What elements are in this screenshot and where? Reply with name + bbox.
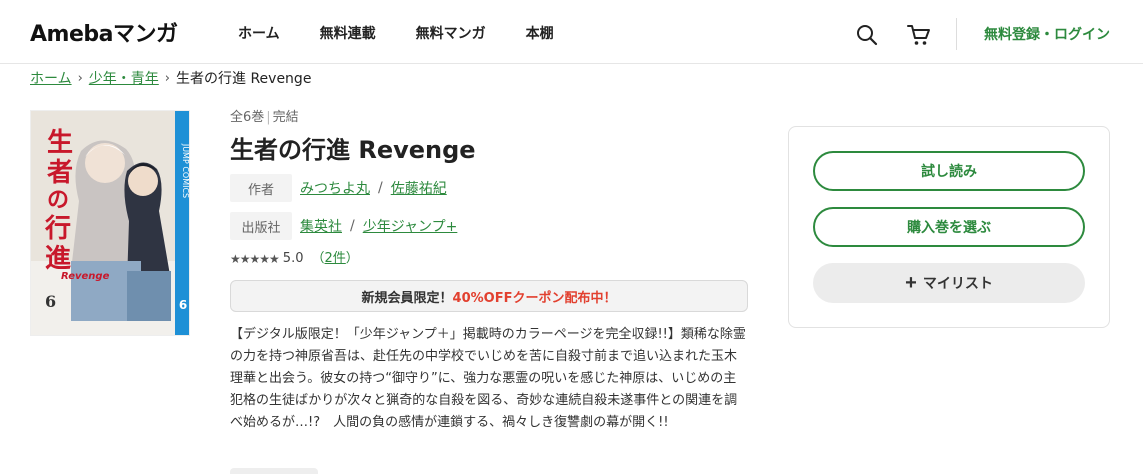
breadcrumb: ホーム › 少年・青年 › 生者の行進 Revenge [30, 70, 311, 88]
publisher-link[interactable]: 集英社 [300, 216, 342, 236]
author-label: 作者 [230, 174, 292, 202]
login-link[interactable]: 無料登録・ログイン [984, 25, 1110, 45]
add-mylist-button[interactable]: + マイリスト [813, 263, 1085, 303]
star-rating-icon: ★★★★★ [230, 252, 280, 266]
cover-art: JUMP COMICS 6 生 者 の 行 進 Revenge 6 [31, 111, 190, 335]
cover-side-volume: 6 [179, 298, 187, 312]
cover-subtitle: Revenge [61, 271, 110, 282]
action-panel: 試し読み 購入巻を選ぶ + マイリスト [788, 126, 1110, 328]
label-link[interactable]: 少年ジャンプ+ [363, 216, 458, 236]
book-title: 生者の行進 Revenge [230, 136, 476, 164]
breadcrumb-category[interactable]: 少年・青年 [89, 70, 159, 88]
rating-value: 5.0 [282, 251, 304, 266]
publisher-label: 出版社 [230, 212, 292, 240]
nav-free-serial[interactable]: 無料連載 [320, 24, 376, 44]
book-cover[interactable]: JUMP COMICS 6 生 者 の 行 進 Revenge 6 [30, 110, 190, 336]
cover-title-char: 進 [45, 244, 71, 274]
author-link[interactable]: 佐藤祐紀 [391, 178, 447, 198]
book-description: 【デジタル版限定！「少年ジャンプ＋」掲載時のカラーページを完全収録!!】類稀な除… [230, 327, 746, 430]
select-volume-button[interactable]: 購入巻を選ぶ [813, 207, 1085, 247]
main-nav: ホーム 無料連載 無料マンガ 本棚 [238, 24, 554, 44]
header-divider [956, 18, 957, 50]
nav-bookshelf[interactable]: 本棚 [526, 24, 554, 44]
publisher-row: 出版社 集英社 / 少年ジャンプ+ [230, 211, 748, 241]
coupon-prefix: 新規会員限定！ [361, 290, 453, 306]
chevron-right-icon: › [77, 71, 83, 86]
site-logo[interactable]: Amebaマンガ [30, 22, 178, 48]
cover-title-char: 者 [47, 158, 73, 188]
nav-home[interactable]: ホーム [238, 24, 280, 44]
completion-status: 完結 [272, 110, 299, 125]
book-info: 全6巻 | 完結 生者の行進 Revenge 作者 みつちよ丸 / 佐藤祐紀 出版社… [230, 110, 748, 434]
search-icon[interactable] [856, 24, 878, 46]
review-count-link[interactable]: 2件 [325, 251, 346, 266]
coupon-banner[interactable]: 新規会員限定！ 40%OFFクーポン配布中！ [230, 280, 748, 312]
cart-icon[interactable] [907, 24, 931, 46]
truncated-element [230, 468, 318, 474]
chevron-right-icon: › [164, 71, 170, 86]
plus-icon: + [905, 272, 917, 294]
breadcrumb-home[interactable]: ホーム [30, 70, 72, 88]
volume-count: 全6巻 [230, 110, 265, 125]
cover-title-char: 行 [44, 213, 71, 244]
cover-volume: 6 [45, 292, 56, 311]
breadcrumb-current: 生者の行進 Revenge [176, 71, 312, 87]
nav-free-manga[interactable]: 無料マンガ [416, 24, 486, 44]
site-header: Amebaマンガ ホーム 無料連載 無料マンガ 本棚 無料登録・ログイン [0, 0, 1143, 64]
author-link[interactable]: みつちよ丸 [300, 178, 370, 198]
mylist-label: マイリスト [922, 275, 993, 291]
cover-side-label: JUMP COMICS [181, 143, 190, 198]
volume-status: 全6巻 | 完結 [230, 110, 299, 125]
coupon-highlight: 40%OFFクーポン配布中！ [452, 290, 617, 306]
rating: ★★★★★ 5.0 （2件） [230, 251, 359, 266]
cover-title-char: の [47, 187, 69, 213]
author-row: 作者 みつちよ丸 / 佐藤祐紀 [230, 173, 748, 203]
trial-read-button[interactable]: 試し読み [813, 151, 1085, 191]
cover-title-char: 生 [47, 128, 73, 158]
